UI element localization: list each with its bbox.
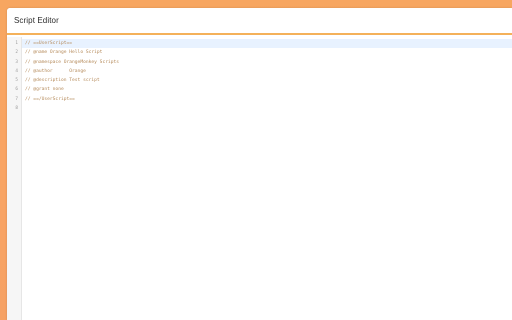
code-line[interactable]: // @grant none	[22, 85, 512, 94]
line-number: 6	[15, 87, 18, 93]
code-line[interactable]: // ==UserScript==	[22, 39, 512, 49]
code-line[interactable]	[22, 104, 512, 113]
code-editor[interactable]: 1 2 3 4 5 6 7 8 // ==UserScript== // @na…	[7, 37, 512, 320]
line-number-gutter: 1 2 3 4 5 6 7 8	[7, 37, 22, 320]
script-editor-window: Script Editor 1 2 3 4 5 6 7 8 // ==UserS…	[7, 8, 512, 320]
code-line[interactable]: // @namespace OrangeMonkey Scripts	[22, 58, 512, 67]
code-line[interactable]: // @name Orange Hello Script	[22, 48, 512, 57]
code-line[interactable]: // @author Orange	[22, 67, 512, 76]
line-number: 5	[15, 78, 18, 84]
title-bar: Script Editor	[7, 8, 512, 35]
line-number: 2	[15, 50, 18, 56]
code-area[interactable]: // ==UserScript== // @name Orange Hello …	[22, 37, 512, 320]
code-line[interactable]: // ==/UserScript==	[22, 95, 512, 104]
line-number: 3	[15, 59, 18, 65]
window-title: Script Editor	[14, 16, 59, 25]
code-line[interactable]: // @description Test script	[22, 76, 512, 85]
line-number: 8	[15, 106, 18, 112]
line-number: 7	[15, 96, 18, 102]
line-number: 4	[15, 68, 18, 74]
line-number: 1	[15, 41, 18, 46]
